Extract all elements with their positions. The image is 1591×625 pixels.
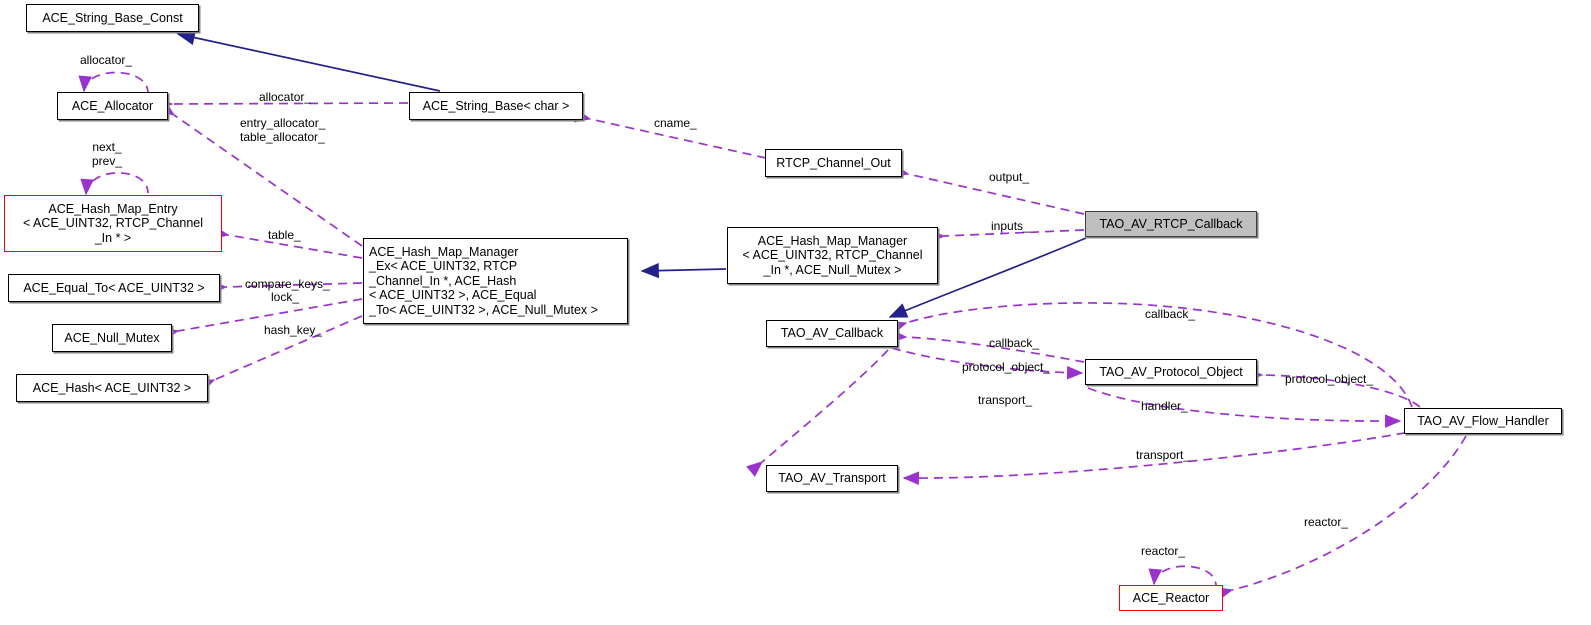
edge-hashmapentry-self (80, 172, 149, 196)
node-tao-av-transport[interactable]: TAO_AV_Transport (766, 465, 898, 492)
edge-hashmapmanager-to-ex (640, 262, 727, 279)
node-ace-hash-map-manager-ex[interactable]: ACE_Hash_Map_Manager _Ex< ACE_UINT32, RT… (363, 238, 628, 324)
edge-label-table: table_ (268, 228, 301, 242)
node-ace-hash-map-manager[interactable]: ACE_Hash_Map_Manager < ACE_UINT32, RTCP_… (727, 227, 938, 284)
node-ace-hash[interactable]: ACE_Hash< ACE_UINT32 > (16, 374, 208, 402)
edge-label-output: output_ (989, 170, 1030, 184)
edge-label-transport-right: transport_ (1136, 448, 1191, 462)
edge-label-allocator: allocator_ (259, 90, 312, 104)
collaboration-diagram: ACE_String_Base_Const ACE_Allocator ACE_… (0, 0, 1591, 625)
edge-label-callback-protocolobject: callback_ (989, 336, 1040, 350)
edge-reactor-self (1148, 565, 1217, 587)
node-ace-null-mutex[interactable]: ACE_Null_Mutex (52, 324, 172, 352)
edge-label-callback-flowhandler: callback_ (1145, 307, 1196, 321)
edge-label-handler: handler_ (1141, 399, 1188, 413)
edge-avcallback-to-transport (746, 349, 889, 477)
edge-label-allocator-self: allocator_ (80, 53, 133, 67)
node-ace-reactor[interactable]: ACE_Reactor (1119, 585, 1223, 611)
node-ace-string-base-const[interactable]: ACE_String_Base_Const (26, 4, 199, 32)
edge-flowhandler-to-reactor (1215, 435, 1467, 601)
edge-label-reactor-flowhandler: reactor_ (1304, 515, 1349, 529)
edge-label-reactor-self: reactor_ (1141, 544, 1186, 558)
edge-protocolobject-to-flowhandler (1087, 387, 1402, 428)
edge-label-lock: lock_ (271, 290, 300, 304)
edge-stringbase-to-stringbaseconst (176, 30, 441, 92)
node-tao-av-rtcp-callback[interactable]: TAO_AV_RTCP_Callback (1085, 211, 1257, 237)
edge-label-inputs: inputs_ (991, 219, 1030, 233)
edge-label-next-prev: next_ prev_ (92, 140, 123, 168)
edge-label-entry-table-allocator: entry_allocator_ table_allocator_ (240, 116, 326, 144)
diagram-edges-layer (78, 30, 1467, 601)
inheritance-edges (176, 30, 1087, 318)
edge-label-protocol-object-left: protocol_object_ (962, 360, 1051, 374)
edge-label-protocol-object-right: protocol_object_ (1285, 372, 1374, 386)
node-ace-equal-to[interactable]: ACE_Equal_To< ACE_UINT32 > (8, 274, 220, 302)
edge-label-cname: cname_ (654, 116, 697, 130)
node-tao-av-flow-handler[interactable]: TAO_AV_Flow_Handler (1404, 408, 1562, 434)
edge-label-hash-key: hash_key_ (264, 323, 323, 337)
edge-label-transport-left: transport_ (978, 393, 1033, 407)
node-ace-hash-map-entry[interactable]: ACE_Hash_Map_Entry < ACE_UINT32, RTCP_Ch… (4, 195, 222, 252)
edge-allocator-self (78, 71, 149, 94)
node-tao-av-callback[interactable]: TAO_AV_Callback (766, 320, 898, 347)
node-tao-av-protocol-object[interactable]: TAO_AV_Protocol_Object (1085, 359, 1257, 385)
node-rtcp-channel-out[interactable]: RTCP_Channel_Out (765, 149, 902, 177)
node-ace-allocator[interactable]: ACE_Allocator (57, 92, 168, 120)
node-ace-string-base-char[interactable]: ACE_String_Base< char > (409, 92, 583, 120)
